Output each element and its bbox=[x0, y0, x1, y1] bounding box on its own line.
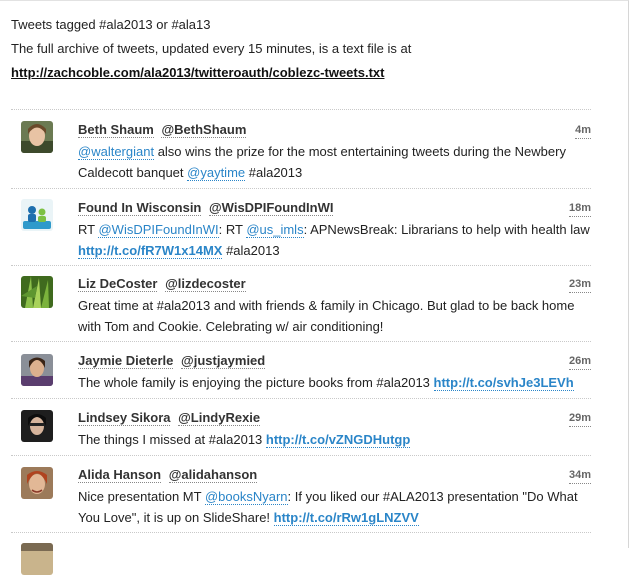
tweet-text: The things I missed at #ala2013 http://t… bbox=[78, 429, 591, 450]
tweet-text: Great time at #ala2013 and with friends … bbox=[78, 295, 591, 337]
tweet-text-segment: #ala2013 bbox=[222, 243, 280, 258]
archive-description: The full archive of tweets, updated ever… bbox=[11, 41, 412, 56]
tweet-text: RT @WisDPIFoundInWI: RT @us_imls: APNews… bbox=[78, 219, 591, 261]
tweet-feed: Beth Shaum @BethShaum 4m @waltergiant al… bbox=[11, 109, 591, 575]
avatar[interactable] bbox=[21, 467, 53, 499]
author-name[interactable]: Liz DeCoster bbox=[78, 276, 158, 292]
author-handle[interactable]: @LindyRexie bbox=[178, 410, 261, 426]
avatar[interactable] bbox=[21, 199, 53, 231]
tweet-text: The whole family is enjoying the picture… bbox=[78, 372, 591, 393]
avatar[interactable] bbox=[21, 410, 53, 442]
author-name[interactable]: Found In Wisconsin bbox=[78, 200, 202, 216]
avatar[interactable] bbox=[21, 121, 53, 153]
tweet-timestamp[interactable]: 23m bbox=[568, 276, 591, 293]
tweet-text-segment: Great time at #ala2013 and with friends … bbox=[78, 298, 575, 334]
archive-link[interactable]: http://zachcoble.com/ala2013/twitteroaut… bbox=[11, 61, 621, 85]
tweet-timestamp[interactable]: 4m bbox=[575, 122, 591, 139]
author-name[interactable]: Beth Shaum bbox=[78, 122, 154, 138]
tweet-url-link[interactable]: http://t.co/fR7W1x14MX bbox=[78, 243, 223, 259]
tweet-text: Nice presentation MT @booksNyarn: If you… bbox=[78, 486, 591, 528]
tweet-text: @waltergiant also wins the prize for the… bbox=[78, 141, 591, 183]
tweet-text-segment: : APNewsBreak: Librarians to help with h… bbox=[303, 222, 590, 237]
tweet-text-segment: #ala2013 bbox=[245, 165, 303, 180]
tweet-timestamp[interactable]: 26m bbox=[568, 353, 591, 370]
tweet-timestamp[interactable]: 18m bbox=[568, 200, 591, 217]
tweet-text-segment: The things I missed at #ala2013 bbox=[78, 432, 266, 447]
tweet-item: Alida Hanson @alidahanson 34m Nice prese… bbox=[11, 456, 591, 533]
mention-link[interactable]: @waltergiant bbox=[78, 144, 155, 160]
author-name[interactable]: Alida Hanson bbox=[78, 467, 162, 483]
author-handle[interactable]: @justjaymied bbox=[181, 353, 266, 369]
mention-link[interactable]: @yaytime bbox=[187, 165, 246, 181]
tweet-url-link[interactable]: http://t.co/svhJe3LEVh bbox=[433, 375, 574, 391]
tweet-text-segment: : RT bbox=[218, 222, 247, 237]
tweet-item: Liz DeCoster @lizdecoster 23m Great time… bbox=[11, 266, 591, 342]
tweet-text-segment: RT bbox=[78, 222, 99, 237]
tweet-text-segment: The whole family is enjoying the picture… bbox=[78, 375, 434, 390]
mention-link[interactable]: @us_imls bbox=[246, 222, 304, 238]
avatar[interactable] bbox=[21, 354, 53, 386]
author-handle[interactable]: @lizdecoster bbox=[165, 276, 246, 292]
tweet-timestamp[interactable]: 29m bbox=[568, 410, 591, 427]
author-handle[interactable]: @WisDPIFoundInWI bbox=[209, 200, 334, 216]
tweet-url-link[interactable]: http://t.co/vZNGDHutgp bbox=[265, 432, 411, 448]
tweet-item: Found In Wisconsin @WisDPIFoundInWI 18m … bbox=[11, 189, 591, 266]
author-handle[interactable]: @BethShaum bbox=[161, 122, 247, 138]
mention-link[interactable]: @WisDPIFoundInWI bbox=[98, 222, 219, 238]
author-name[interactable]: Lindsey Sikora bbox=[78, 410, 171, 426]
tweet-url-link[interactable]: http://t.co/rRw1gLNZVV bbox=[273, 510, 419, 526]
mention-link[interactable]: @booksNyarn bbox=[204, 489, 288, 505]
page-intro: Tweets tagged #ala2013 or #ala13 The ful… bbox=[11, 13, 621, 85]
tweet-item: Beth Shaum @BethShaum 4m @waltergiant al… bbox=[11, 110, 591, 189]
tweet-item-partial bbox=[11, 533, 591, 575]
page-title: Tweets tagged #ala2013 or #ala13 bbox=[11, 17, 211, 32]
tweet-item: Jaymie Dieterle @justjaymied 26m The who… bbox=[11, 342, 591, 399]
tweet-timestamp[interactable]: 34m bbox=[568, 467, 591, 484]
tweet-item: Lindsey Sikora @LindyRexie 29m The thing… bbox=[11, 399, 591, 456]
author-handle[interactable]: @alidahanson bbox=[168, 467, 258, 483]
avatar[interactable] bbox=[21, 276, 53, 308]
author-name[interactable]: Jaymie Dieterle bbox=[78, 353, 174, 369]
tweet-text-segment: Nice presentation MT bbox=[78, 489, 205, 504]
